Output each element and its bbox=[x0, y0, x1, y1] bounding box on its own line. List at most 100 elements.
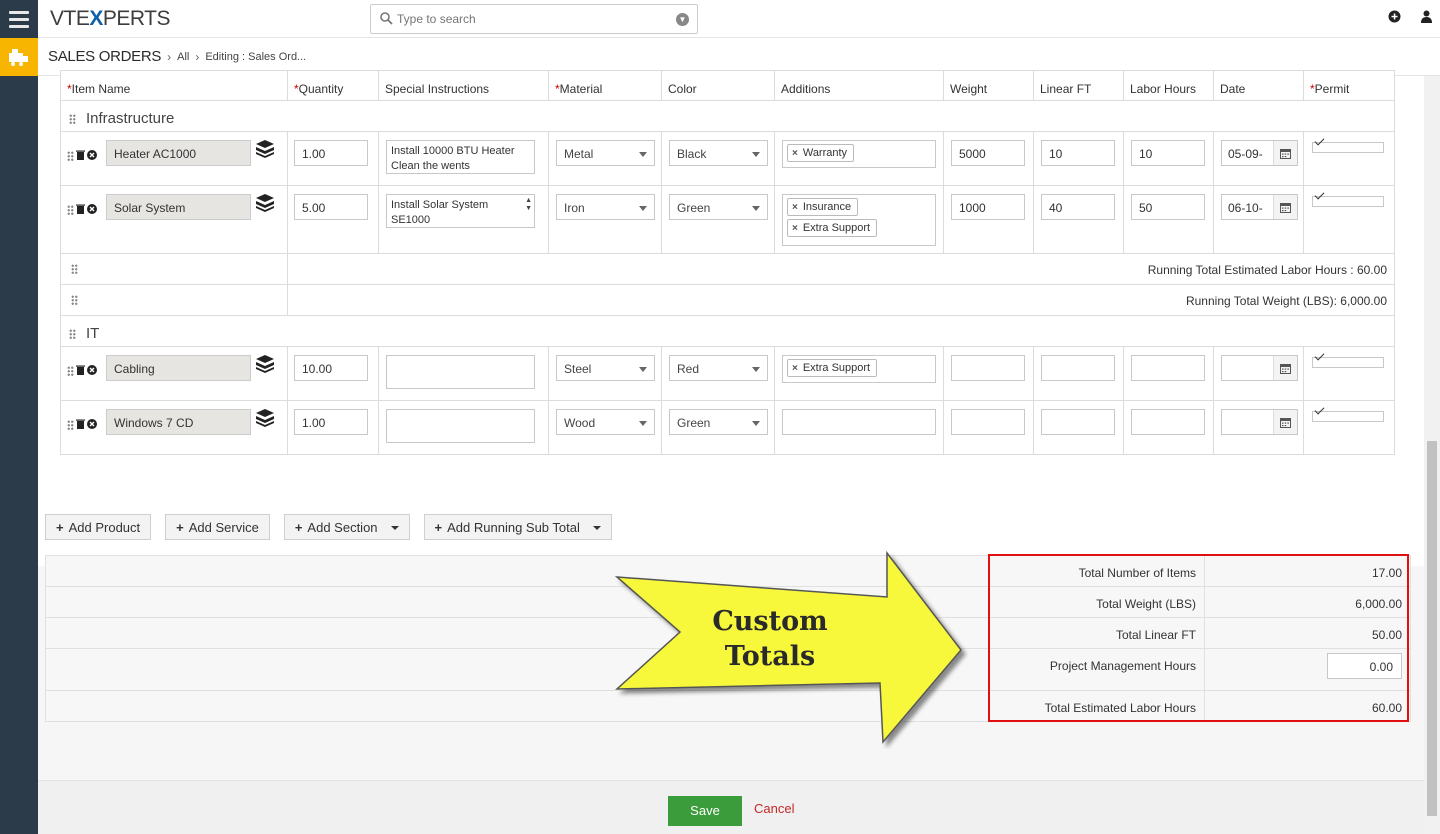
weight-input[interactable] bbox=[951, 409, 1025, 435]
additions-multiselect[interactable] bbox=[782, 409, 936, 435]
breadcrumb-all[interactable]: All bbox=[177, 51, 189, 63]
material-select[interactable]: Iron bbox=[556, 194, 655, 220]
add-product-button[interactable]: + Add Product bbox=[45, 514, 152, 540]
remove-tag-icon[interactable]: × bbox=[792, 202, 798, 213]
drag-handle-icon[interactable] bbox=[67, 205, 74, 215]
search-input[interactable] bbox=[397, 11, 667, 27]
item-name-field[interactable]: Cabling bbox=[106, 355, 251, 381]
add-running-subtotal-button[interactable]: + Add Running Sub Total bbox=[423, 514, 612, 540]
delete-icon[interactable] bbox=[76, 418, 85, 432]
remove-icon[interactable] bbox=[87, 418, 97, 432]
app-logo[interactable]: VTEXPERTS bbox=[50, 7, 171, 31]
addition-tag[interactable]: × Extra Support bbox=[787, 219, 878, 237]
remove-icon[interactable] bbox=[87, 203, 97, 217]
special-instructions-textarea[interactable] bbox=[386, 409, 535, 443]
quantity-input[interactable]: 10.00 bbox=[294, 355, 368, 381]
cancel-link[interactable]: Cancel bbox=[754, 801, 794, 816]
weight-input[interactable] bbox=[951, 355, 1025, 381]
labor-hours-input[interactable] bbox=[1131, 355, 1205, 381]
drag-handle-icon[interactable] bbox=[69, 328, 76, 339]
item-name-field[interactable]: Windows 7 CD bbox=[106, 409, 251, 435]
drag-handle-icon[interactable] bbox=[67, 420, 74, 430]
drag-handle-icon[interactable] bbox=[71, 264, 78, 274]
quantity-input[interactable]: 1.00 bbox=[294, 409, 368, 435]
color-select[interactable]: Black bbox=[669, 140, 768, 166]
permit-checkbox[interactable] bbox=[1312, 411, 1384, 422]
addition-tag[interactable]: × Warranty bbox=[787, 144, 855, 162]
permit-checkbox[interactable] bbox=[1312, 196, 1384, 207]
quantity-input[interactable]: 1.00 bbox=[294, 140, 368, 166]
chevron-down-icon bbox=[639, 367, 647, 372]
global-search[interactable]: ▼ bbox=[370, 4, 698, 34]
sales-orders-module-icon[interactable] bbox=[0, 38, 38, 76]
delete-icon[interactable] bbox=[76, 364, 85, 378]
weight-input[interactable]: 1000 bbox=[951, 194, 1025, 220]
linear-ft-input[interactable]: 40 bbox=[1041, 194, 1115, 220]
add-service-button[interactable]: + Add Service bbox=[165, 514, 270, 540]
scrollbar-thumb[interactable] bbox=[1427, 441, 1437, 816]
remove-tag-icon[interactable]: × bbox=[792, 223, 798, 234]
line-items-table: *Item Name *Quantity Special Instruction… bbox=[60, 70, 1395, 455]
user-profile-icon[interactable] bbox=[1421, 10, 1432, 26]
material-select[interactable]: Wood bbox=[556, 409, 655, 435]
labor-hours-input[interactable]: 10 bbox=[1131, 140, 1205, 166]
search-options-icon[interactable]: ▼ bbox=[676, 13, 689, 26]
textarea-spinner-icon[interactable]: ▲ ▼ bbox=[525, 197, 532, 213]
product-box-icon[interactable] bbox=[255, 193, 275, 216]
col-material: *Material bbox=[548, 70, 662, 101]
date-input[interactable]: 05-09- bbox=[1221, 140, 1298, 166]
material-select[interactable]: Metal bbox=[556, 140, 655, 166]
calendar-icon[interactable] bbox=[1273, 141, 1297, 165]
color-select[interactable]: Green bbox=[669, 409, 768, 435]
drag-handle-icon[interactable] bbox=[67, 151, 74, 161]
item-name-field[interactable]: Heater AC1000 bbox=[106, 140, 251, 166]
permit-checkbox[interactable] bbox=[1312, 357, 1384, 368]
special-instructions-textarea[interactable]: Install Solar System SE1000 ▲ ▼ bbox=[386, 194, 535, 228]
chevron-down-icon bbox=[752, 152, 760, 157]
save-button[interactable]: Save bbox=[668, 796, 742, 826]
quick-create-icon[interactable] bbox=[1388, 10, 1401, 26]
special-instructions-textarea[interactable]: Install 10000 BTU Heater Clean the wents bbox=[386, 140, 535, 174]
color-select[interactable]: Green bbox=[669, 194, 768, 220]
module-name[interactable]: SALES ORDERS bbox=[48, 48, 161, 65]
addition-tag[interactable]: × Extra Support bbox=[787, 359, 878, 377]
quantity-input[interactable]: 5.00 bbox=[294, 194, 368, 220]
product-box-icon[interactable] bbox=[255, 354, 275, 377]
remove-tag-icon[interactable]: × bbox=[792, 363, 798, 374]
calendar-icon[interactable] bbox=[1273, 410, 1297, 434]
additions-multiselect[interactable]: × Warranty bbox=[782, 140, 936, 168]
linear-ft-input[interactable] bbox=[1041, 355, 1115, 381]
labor-hours-input[interactable]: 50 bbox=[1131, 194, 1205, 220]
left-sidebar bbox=[0, 0, 38, 834]
remove-icon[interactable] bbox=[87, 149, 97, 163]
delete-icon[interactable] bbox=[76, 203, 85, 217]
remove-tag-icon[interactable]: × bbox=[792, 148, 798, 159]
product-box-icon[interactable] bbox=[255, 139, 275, 162]
linear-ft-input[interactable] bbox=[1041, 409, 1115, 435]
menu-icon[interactable] bbox=[0, 0, 38, 38]
linear-ft-input[interactable]: 10 bbox=[1041, 140, 1115, 166]
additions-multiselect[interactable]: × Insurance × Extra Support bbox=[782, 194, 936, 246]
additions-multiselect[interactable]: × Extra Support bbox=[782, 355, 936, 383]
drag-handle-icon[interactable] bbox=[67, 366, 74, 376]
material-select[interactable]: Steel bbox=[556, 355, 655, 381]
addition-tag[interactable]: × Insurance bbox=[787, 198, 859, 216]
weight-input[interactable]: 5000 bbox=[951, 140, 1025, 166]
item-name-field[interactable]: Solar System bbox=[106, 194, 251, 220]
labor-hours-input[interactable] bbox=[1131, 409, 1205, 435]
calendar-icon[interactable] bbox=[1273, 356, 1297, 380]
page-scrollbar[interactable] bbox=[1424, 76, 1440, 834]
permit-checkbox[interactable] bbox=[1312, 142, 1384, 153]
product-box-icon[interactable] bbox=[255, 408, 275, 431]
add-section-button[interactable]: + Add Section bbox=[283, 514, 410, 540]
drag-handle-icon[interactable] bbox=[69, 113, 76, 124]
calendar-icon[interactable] bbox=[1273, 195, 1297, 219]
remove-icon[interactable] bbox=[87, 364, 97, 378]
date-input[interactable]: 06-10- bbox=[1221, 194, 1298, 220]
date-input[interactable] bbox=[1221, 409, 1298, 435]
drag-handle-icon[interactable] bbox=[71, 295, 78, 305]
special-instructions-textarea[interactable] bbox=[386, 355, 535, 389]
delete-icon[interactable] bbox=[76, 149, 85, 163]
color-select[interactable]: Red bbox=[669, 355, 768, 381]
date-input[interactable] bbox=[1221, 355, 1298, 381]
